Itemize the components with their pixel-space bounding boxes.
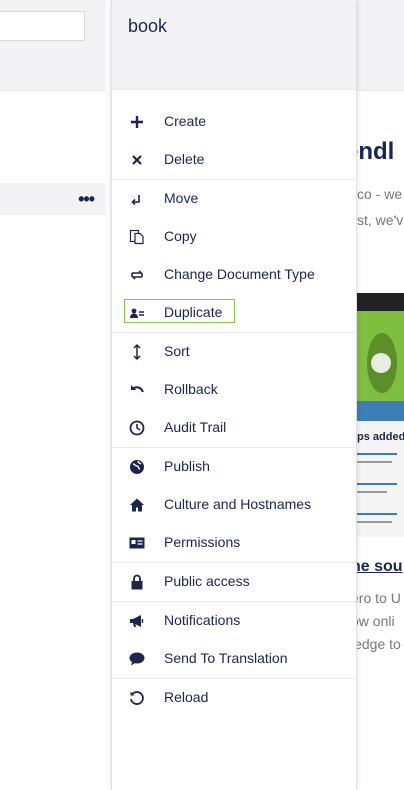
menu-item-rollback[interactable]: Rollback xyxy=(112,371,356,409)
menu-item-reload[interactable]: Reload xyxy=(112,678,356,717)
content-link[interactable]: he sou xyxy=(357,558,403,576)
menu-item-label: Reload xyxy=(164,689,209,705)
close-icon xyxy=(128,151,146,169)
editor-content-behind: endl co - we st, we'v ps added he sou er… xyxy=(357,0,404,790)
content-line-4: ow onli xyxy=(357,613,395,629)
editor-header xyxy=(357,0,404,91)
plus-icon xyxy=(128,113,146,131)
copy-icon xyxy=(128,228,146,246)
home-icon xyxy=(128,496,146,514)
menu-item-label: Notifications xyxy=(164,612,241,628)
menu-item-label: Sort xyxy=(164,343,190,359)
menu-item-label: Duplicate xyxy=(164,304,223,320)
content-image: ps added xyxy=(357,293,404,537)
duplicate-icon xyxy=(128,304,146,322)
megaphone-icon xyxy=(128,612,146,630)
lock-icon xyxy=(128,573,146,591)
more-actions-icon[interactable]: ••• xyxy=(78,190,95,208)
tree-header xyxy=(0,0,106,91)
menu-item-label: Audit Trail xyxy=(164,419,227,435)
content-heading: endl xyxy=(357,138,395,165)
menu-item-label: Culture and Hostnames xyxy=(164,496,312,512)
content-line-1: co - we xyxy=(357,186,403,202)
move-icon xyxy=(128,190,146,208)
menu-item-label: Permissions xyxy=(164,534,241,550)
menu-item-permissions[interactable]: Permissions xyxy=(112,524,356,562)
menu-item-label: Create xyxy=(164,113,207,129)
tree-search-input[interactable] xyxy=(0,11,85,41)
sort-icon xyxy=(128,343,146,361)
content-line-5: ledge to xyxy=(357,636,401,652)
menu-item-label: Copy xyxy=(164,228,197,244)
menu-item-notifications[interactable]: Notifications xyxy=(112,601,356,640)
menu-item-label: Rollback xyxy=(164,381,218,397)
menu-item-label: Change Document Type xyxy=(164,266,315,282)
undo-icon xyxy=(128,381,146,399)
reload-icon xyxy=(128,689,146,707)
content-tree-panel: ••• xyxy=(0,0,107,790)
menu-item-publish[interactable]: Publish xyxy=(112,447,356,486)
image-caption: ps added xyxy=(357,431,404,443)
menu-item-culture-and-hostnames[interactable]: Culture and Hostnames xyxy=(112,486,356,524)
content-line-2: st, we'v xyxy=(357,212,404,228)
chat-bubble-icon xyxy=(128,650,146,668)
content-line-3: ero to U xyxy=(357,590,401,606)
menu-item-duplicate[interactable]: Duplicate xyxy=(112,294,356,332)
menu-item-label: Public access xyxy=(164,573,250,589)
menu-item-public-access[interactable]: Public access xyxy=(112,562,356,601)
id-card-icon xyxy=(128,534,146,552)
clock-icon xyxy=(128,419,146,437)
menu-item-label: Move xyxy=(164,190,199,206)
menu-item-sort[interactable]: Sort xyxy=(112,332,356,371)
actions-dialog: book Create Delete Move Copy Change Docu… xyxy=(111,0,357,790)
actions-menu: Create Delete Move Copy Change Document xyxy=(112,103,356,717)
change-type-icon xyxy=(128,266,146,284)
menu-item-audit-trail[interactable]: Audit Trail xyxy=(112,409,356,447)
dialog-title: book xyxy=(128,16,168,36)
menu-item-label: Send To Translation xyxy=(164,650,288,666)
globe-icon xyxy=(128,458,146,476)
menu-item-create[interactable]: Create xyxy=(112,103,356,141)
menu-item-copy[interactable]: Copy xyxy=(112,218,356,256)
menu-item-send-to-translation[interactable]: Send To Translation xyxy=(112,640,356,678)
menu-item-label: Delete xyxy=(164,151,205,167)
tree-node-selected[interactable]: ••• xyxy=(0,183,106,215)
menu-item-delete[interactable]: Delete xyxy=(112,141,356,179)
menu-item-label: Publish xyxy=(164,458,210,474)
menu-item-move[interactable]: Move xyxy=(112,179,356,218)
menu-item-change-document-type[interactable]: Change Document Type xyxy=(112,256,356,294)
dialog-header: book xyxy=(112,0,356,90)
